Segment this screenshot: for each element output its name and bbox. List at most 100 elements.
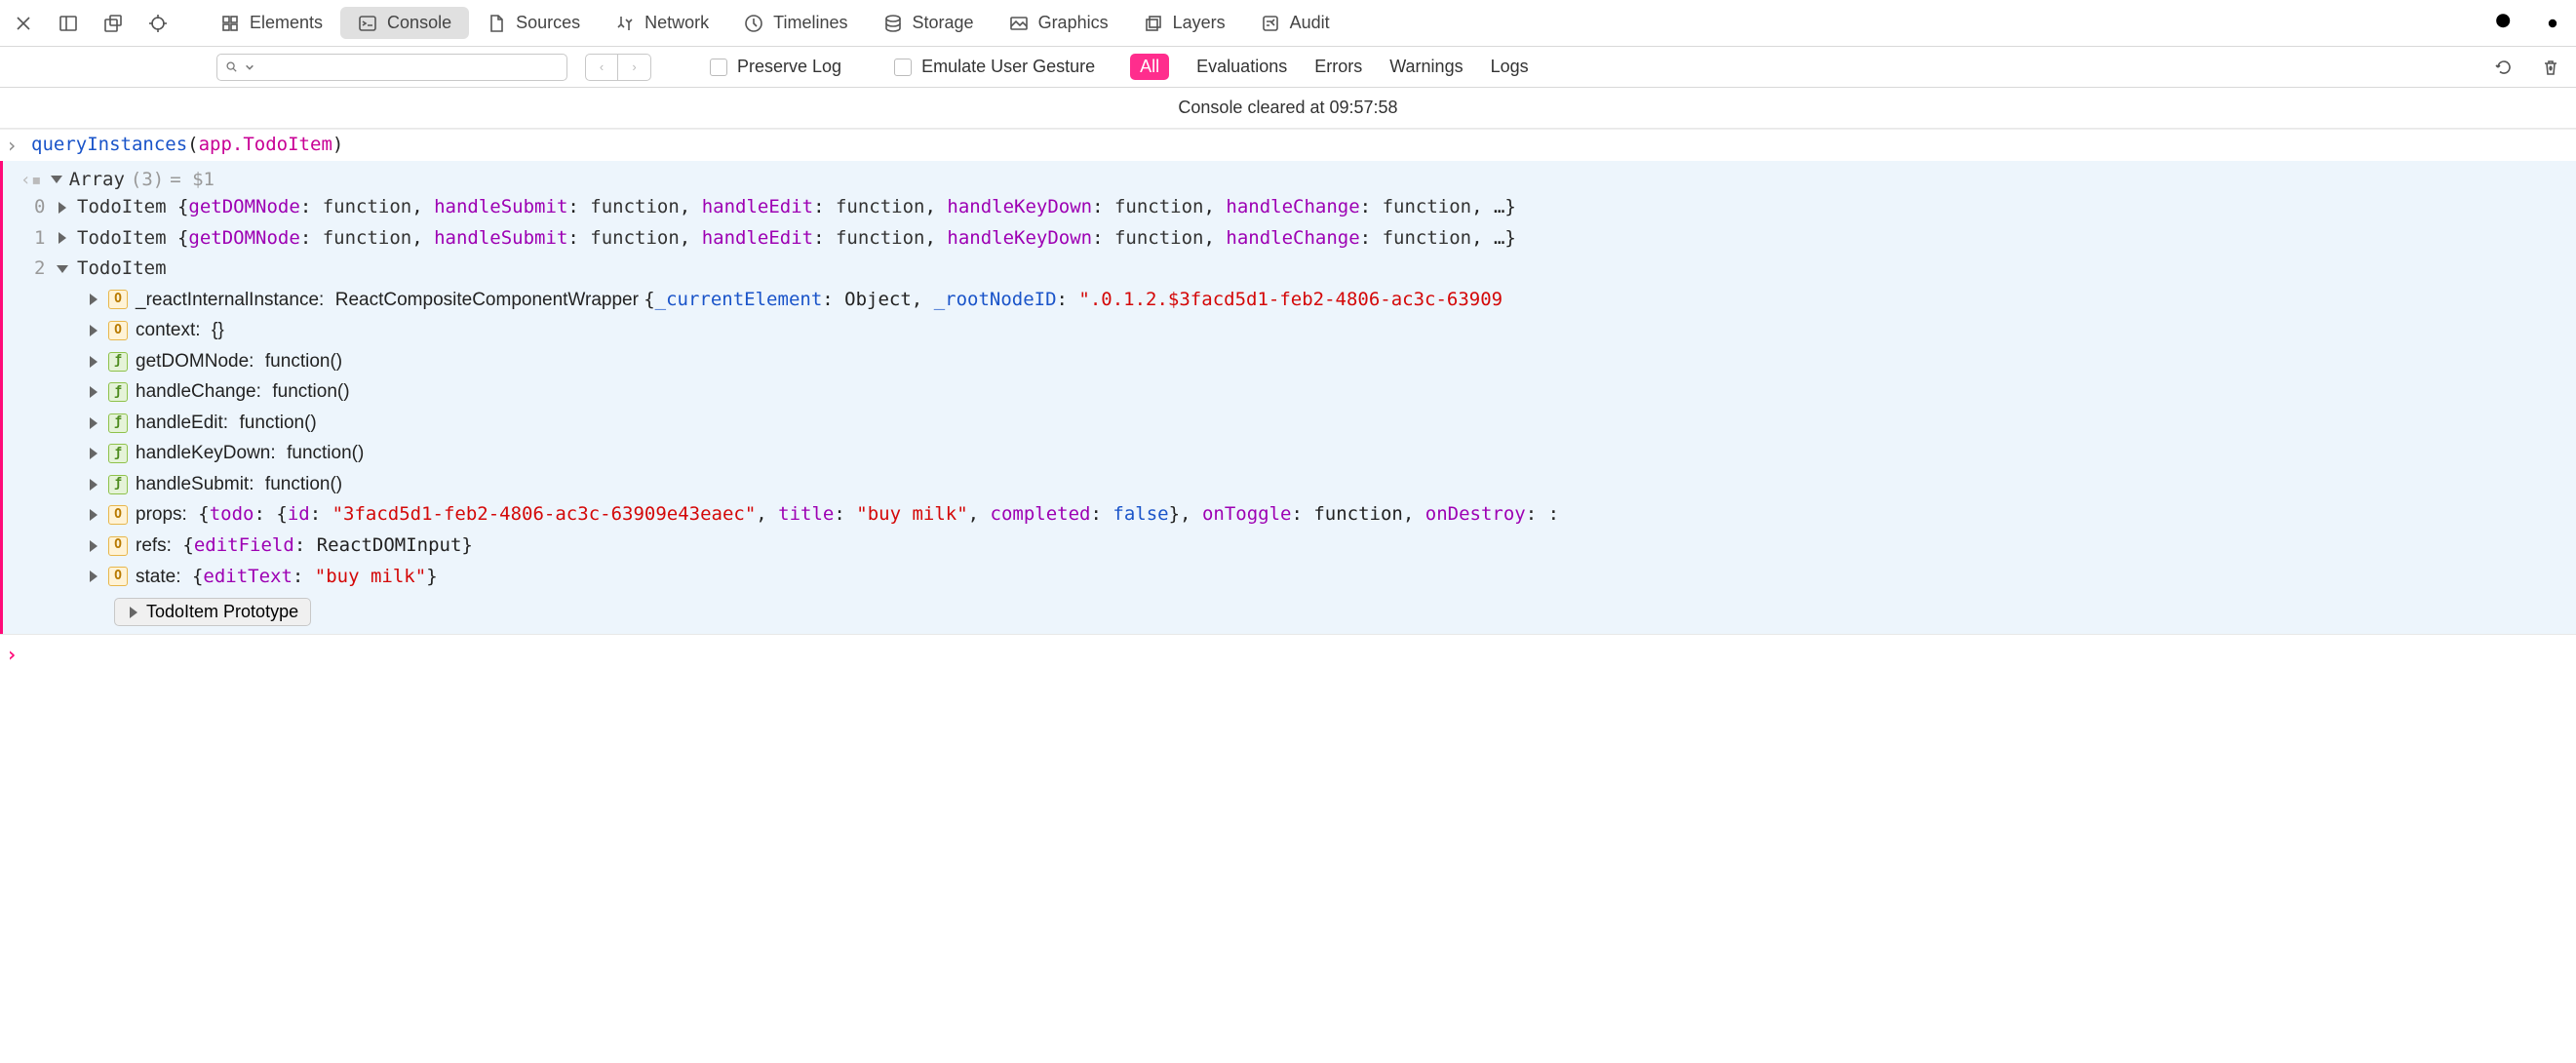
result-header[interactable]: ‹▪ Array (3) = $1 [3,167,2576,192]
disclosure-triangle-icon[interactable] [90,356,98,368]
tab-label: Graphics [1038,13,1109,33]
chevron-down-icon [245,62,254,72]
layers-icon [1144,14,1163,33]
console-prompt[interactable]: › [0,634,2576,674]
tab-layers[interactable]: Layers [1126,7,1243,39]
member-text: getDOMNode: function() [136,348,342,375]
reload-icon[interactable] [2490,54,2517,81]
devtools-tabs: Elements Console Sources Network Timelin… [203,7,1347,39]
member-row[interactable]: Oprops: {todo: {id: "3facd5d1-feb2-4806-… [3,499,2576,531]
member-row[interactable]: ƒ handleEdit: function() [3,408,2576,439]
disclosure-triangle-icon[interactable] [90,448,98,459]
disclosure-triangle-icon[interactable] [59,232,66,244]
filter-evaluations[interactable]: Evaluations [1196,57,1287,77]
member-row[interactable]: ƒgetDOMNode: function() [3,346,2576,377]
disclosure-triangle-icon[interactable] [90,417,98,429]
nav-prev[interactable]: ‹ [585,54,618,81]
function-badge-icon: ƒ [108,382,128,402]
disclosure-triangle-icon[interactable] [59,202,66,214]
timelines-icon [744,14,763,33]
object-badge-icon: O [108,290,128,309]
tab-label: Network [644,13,709,33]
checkbox-icon [894,59,912,76]
emulate-gesture-label: Emulate User Gesture [921,57,1095,77]
console-filters: All Evaluations Errors Warnings Logs [1130,54,1528,80]
tab-graphics[interactable]: Graphics [992,7,1126,39]
tab-storage[interactable]: Storage [866,7,992,39]
result-row-expanded[interactable]: 2 TodoItem [3,254,2576,285]
member-row[interactable]: O _reactInternalInstance: ReactCompositeC… [3,285,2576,316]
filter-all[interactable]: All [1130,54,1169,80]
tab-label: Elements [250,13,323,33]
tab-audit[interactable]: Audit [1243,7,1347,39]
result-row[interactable]: 0 TodoItem {getDOMNode: function, handleS… [3,192,2576,223]
member-text: props: {todo: {id: "3facd5d1-feb2-4806-a… [136,501,1559,529]
nav-next[interactable]: › [618,54,651,81]
row-index: 0 [9,194,56,221]
dock-popout-icon[interactable] [99,10,127,37]
console-search[interactable] [216,54,567,81]
object-preview: TodoItem {getDOMNode: function, handleSu… [77,225,1516,253]
member-row[interactable]: Ostate: {editText: "buy milk"} [3,562,2576,593]
disclosure-triangle-icon[interactable] [90,479,98,491]
disclosure-triangle-icon[interactable] [90,386,98,398]
window-controls [10,10,172,37]
filter-warnings[interactable]: Warnings [1389,57,1463,77]
dock-side-icon[interactable] [55,10,82,37]
target-icon[interactable] [144,10,172,37]
function-badge-icon: ƒ [108,413,128,433]
disclosure-triangle-icon[interactable] [90,571,98,582]
member-row[interactable]: ƒ handleChange: function() [3,376,2576,408]
tab-label: Sources [516,13,580,33]
settings-gear-icon[interactable] [2539,10,2566,37]
console-result: ‹▪ Array (3) = $1 0 TodoItem {getDOMNode:… [0,161,2576,634]
filter-logs[interactable]: Logs [1491,57,1529,77]
console-icon [358,14,377,33]
object-preview: TodoItem {getDOMNode: function, handleSu… [77,194,1516,221]
storage-icon [883,14,903,33]
command-text[interactable]: queryInstances(app.TodoItem) [31,134,343,155]
member-row[interactable]: ƒ handleSubmit: function() [3,469,2576,500]
member-text: handleSubmit: function() [136,471,342,498]
prototype-button[interactable]: TodoItem Prototype [114,598,311,626]
disclosure-triangle-icon[interactable] [57,265,68,273]
tab-console[interactable]: Console [340,7,469,39]
prompt-caret-icon: › [6,134,23,157]
member-text: handleChange: function() [136,378,350,406]
member-text: _reactInternalInstance: ReactCompositeCo… [136,287,1503,314]
disclosure-triangle-icon[interactable] [90,509,98,521]
clear-trash-icon[interactable] [2537,54,2564,81]
tab-label: Console [387,13,451,33]
devtools-toolbar: Elements Console Sources Network Timelin… [0,0,2576,47]
disclosure-triangle-icon[interactable] [90,540,98,552]
member-row[interactable]: ƒhandleKeyDown: function() [3,438,2576,469]
audit-icon [1261,14,1280,33]
toolbar-right-icons [2492,10,2566,37]
disclosure-triangle-icon [130,607,137,618]
tab-network[interactable]: Network [598,7,726,39]
emulate-gesture-checkbox[interactable]: Emulate User Gesture [894,57,1095,77]
prompt-caret-icon: › [6,643,23,666]
tab-timelines[interactable]: Timelines [726,7,865,39]
disclosure-triangle-icon[interactable] [90,294,98,305]
function-badge-icon: ƒ [108,444,128,463]
preserve-log-checkbox[interactable]: Preserve Log [710,57,841,77]
console-right-tools [2490,54,2564,81]
member-row[interactable]: Orefs: {editField: ReactDOMInput} [3,531,2576,562]
result-row[interactable]: 1 TodoItem {getDOMNode: function, handleS… [3,223,2576,255]
result-caret-icon: ‹▪ [20,170,42,190]
search-icon[interactable] [2492,10,2519,37]
preserve-log-label: Preserve Log [737,57,841,77]
tab-label: Audit [1290,13,1330,33]
console-status: Console cleared at 09:57:58 [0,88,2576,129]
member-text: handleEdit: function() [136,410,317,437]
tab-sources[interactable]: Sources [469,7,598,39]
function-badge-icon: ƒ [108,475,128,494]
disclosure-triangle-icon[interactable] [51,176,62,183]
tab-elements[interactable]: Elements [203,7,340,39]
disclosure-triangle-icon[interactable] [90,325,98,336]
filter-errors[interactable]: Errors [1314,57,1362,77]
row-index: 1 [9,225,56,253]
member-row[interactable]: Ocontext: {} [3,315,2576,346]
close-icon[interactable] [10,10,37,37]
